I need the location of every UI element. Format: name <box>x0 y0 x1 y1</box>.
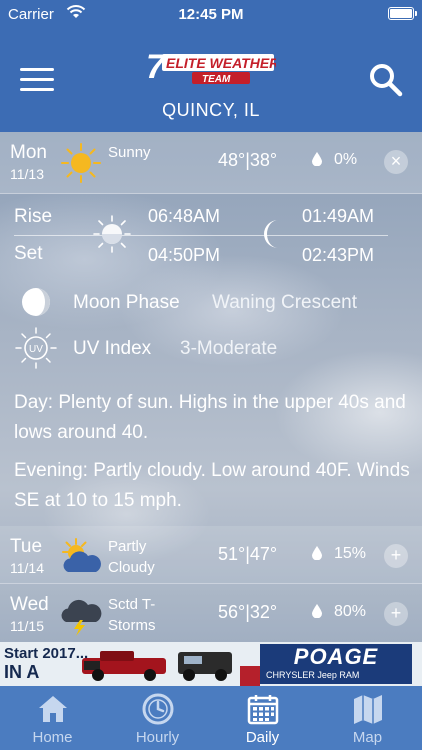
sun-rise-set-icon <box>93 215 131 253</box>
day-date: 11/15 <box>10 618 44 634</box>
dealer-name: POAGE <box>293 644 379 669</box>
tab-map[interactable]: Map <box>315 686 420 750</box>
moonset-time: 02:43PM <box>302 245 375 265</box>
clock-icon <box>142 693 174 725</box>
day-name: Mon <box>10 142 47 163</box>
evening-forecast-text: Evening: Partly cloudy. Low around 40F. … <box>14 460 410 511</box>
day-row-wed[interactable]: Wed 11/15 Sctd T- Storms 56°|32° 80% + <box>0 584 422 642</box>
day-condition: Sctd T- Storms <box>108 596 156 634</box>
map-icon <box>354 695 382 724</box>
day-forecast-text: Day: Plenty of sun. Highs in the upper 4… <box>14 392 406 443</box>
sunset-time: 04:50PM <box>148 245 221 265</box>
clock-time: 12:45 PM <box>178 6 244 23</box>
sunrise-time: 06:48AM <box>148 206 221 226</box>
set-label: Set <box>14 243 43 264</box>
day-precip: 80% <box>334 603 367 620</box>
moon-phase-icon <box>22 288 50 316</box>
location-label[interactable]: QUINCY, IL <box>0 100 422 121</box>
battery-icon <box>388 7 417 20</box>
expand-button[interactable]: + <box>384 602 408 626</box>
uv-index-label: UV Index <box>73 338 152 359</box>
tab-daily[interactable]: Daily <box>210 686 315 750</box>
partly-cloudy-icon <box>62 538 101 572</box>
day-condition: Partly Cloudy <box>108 538 155 576</box>
day-detail: Rise Set 06:48AM 04:50PM 01:49AM 02:43PM… <box>0 194 422 526</box>
ad-headline: Start 2017... IN A <box>4 645 89 682</box>
moon-icon <box>264 220 278 248</box>
moon-phase-value: Waning Crescent <box>212 292 358 313</box>
tab-home[interactable]: Home <box>0 686 105 750</box>
tab-label: Hourly <box>135 729 180 746</box>
sunny-icon <box>61 143 101 183</box>
uv-icon-text: UV <box>29 344 43 355</box>
day-row-tue[interactable]: Tue 11/14 Partly Cloudy 51°|47° 15% + <box>0 526 422 584</box>
home-icon <box>39 696 67 722</box>
tab-label: Daily <box>245 729 280 746</box>
raindrop-icon <box>312 546 322 560</box>
search-icon <box>370 64 403 97</box>
svg-text:ELITE WEATHER: ELITE WEATHER <box>166 55 276 71</box>
day-precip: 0% <box>334 151 358 168</box>
day-precip: 15% <box>334 545 367 562</box>
day-condition: Sunny <box>108 144 151 161</box>
day-row-mon[interactable]: Mon 11/13 Sunny 48°|38° 0% × <box>0 132 422 194</box>
ad-banner[interactable]: Start 2017... IN A POAGE CHRYSLER Jeep R… <box>0 642 422 686</box>
moonrise-time: 01:49AM <box>302 206 375 226</box>
ad-accent <box>240 666 260 686</box>
tab-label: Home <box>32 729 73 746</box>
tab-label: Map <box>352 729 383 746</box>
day-name: Wed <box>10 594 49 615</box>
raindrop-icon <box>312 604 322 618</box>
collapse-button[interactable]: × <box>384 150 408 174</box>
thunderstorm-icon <box>61 599 102 636</box>
uv-index-icon: UV <box>15 327 57 369</box>
day-temps: 48°|38° <box>218 150 278 170</box>
day-temps: 51°|47° <box>218 544 278 564</box>
status-bar: Carrier 12:45 PM <box>0 0 422 28</box>
rise-label: Rise <box>14 206 53 227</box>
svg-text:TEAM: TEAM <box>202 74 231 85</box>
day-date: 11/13 <box>10 166 44 182</box>
search-button[interactable] <box>368 62 404 98</box>
moon-phase-label: Moon Phase <box>73 292 180 313</box>
calendar-icon <box>247 695 279 725</box>
menu-button[interactable] <box>20 68 54 94</box>
tab-hourly[interactable]: Hourly <box>105 686 210 750</box>
elite-weather-logo: 7 ELITE WEATHER TEAM <box>146 48 276 86</box>
expand-button[interactable]: + <box>384 544 408 568</box>
day-temps: 56°|32° <box>218 602 278 622</box>
ram-truck-image <box>82 651 166 681</box>
uv-index-value: 3-Moderate <box>180 338 278 359</box>
tab-bar: Home Hourly Daily Map <box>0 686 422 750</box>
day-date: 11/14 <box>10 560 44 576</box>
dealer-brand: POAGE CHRYSLER Jeep RAM <box>260 644 412 684</box>
dealer-makes: CHRYSLER Jeep RAM <box>266 670 360 680</box>
app-header: 7 ELITE WEATHER TEAM QUINCY, IL <box>0 28 422 132</box>
day-name: Tue <box>10 536 43 557</box>
divider <box>14 235 388 236</box>
jeep-image <box>178 652 232 681</box>
hamburger-icon <box>20 68 54 71</box>
raindrop-icon <box>312 152 322 166</box>
